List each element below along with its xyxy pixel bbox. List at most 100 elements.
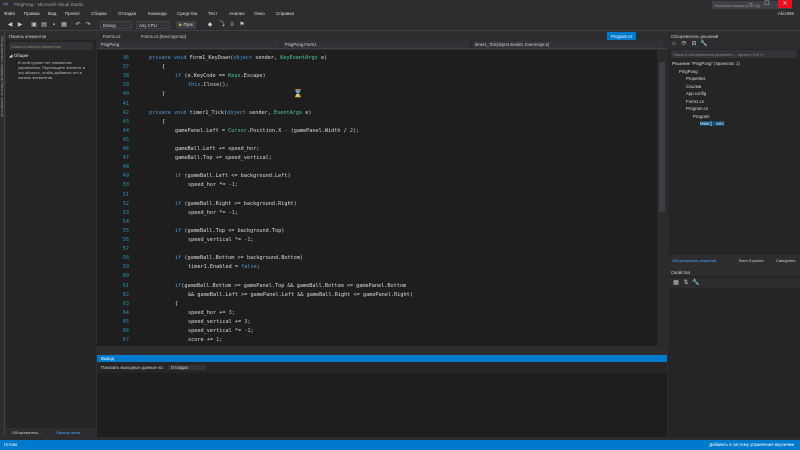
line-number: 64 [122, 309, 129, 316]
tab-form1-designer[interactable]: Form1.cs [Конструктор] [137, 32, 190, 40]
code-token: { [175, 300, 179, 307]
maximize-button[interactable]: ☐ [760, 0, 774, 8]
solution-tree-item[interactable]: PingPong [679, 69, 698, 74]
close-button[interactable]: ✕ [778, 0, 792, 8]
line-number: 67 [122, 337, 129, 344]
menu-file[interactable]: Файл [4, 11, 15, 16]
code-token: ; [256, 264, 260, 271]
platform-select[interactable]: Any CPU [136, 21, 170, 29]
code-token: (gameBall.Bottom >= gamePanel.Top && gam… [181, 282, 407, 289]
redo-icon[interactable]: ↷ [84, 21, 92, 29]
menu-team[interactable]: Команда [148, 11, 167, 16]
line-number: 44 [122, 127, 129, 134]
code-token: ; [231, 309, 235, 316]
code-token: .Escape) [240, 73, 266, 80]
code-token: .Close(); [200, 82, 229, 89]
solution-tree-item[interactable]: Program.cs [686, 106, 708, 111]
solution-tree-item[interactable]: Program [693, 114, 709, 119]
save-all-icon[interactable]: ▦ [60, 21, 68, 29]
project-dropdown[interactable]: PingPong [99, 41, 279, 48]
undo-icon[interactable]: ↶ [74, 21, 82, 29]
line-number: 41 [122, 100, 129, 107]
class-dropdown[interactable]: PingPong.Form1 [283, 41, 469, 48]
tab-solution-explorer[interactable]: Обозреватель решений [672, 258, 716, 263]
editor-vertical-scrollbar[interactable] [657, 50, 667, 346]
scrollbar-thumb[interactable] [659, 62, 665, 212]
toolbox-group-general[interactable]: ◢ Общие [9, 53, 29, 59]
attach-icon[interactable]: ◆ [206, 21, 214, 29]
step-icon[interactable]: ⤵ [218, 21, 226, 29]
code-token: if [175, 255, 185, 262]
code-line: private void Form1_KeyDown(object sender… [149, 55, 327, 61]
configuration-select[interactable]: Debug [100, 21, 132, 29]
properties-title: Свойства [668, 268, 800, 276]
line-number: 55 [122, 227, 129, 234]
line-number: 47 [122, 155, 129, 162]
code-line: score += 1; [188, 337, 222, 343]
solution-search-input[interactable]: Поиск в обозреватель решений — проект (C… [671, 50, 797, 58]
open-file-icon[interactable]: ▤ [40, 21, 48, 29]
menu-view[interactable]: Вид [48, 11, 56, 16]
user-account[interactable]: Aki1986 [778, 11, 794, 16]
menu-build[interactable]: Сборка [91, 11, 107, 16]
home-icon[interactable]: ⌂ [670, 40, 678, 48]
collapse-icon[interactable]: ⊟ [690, 40, 698, 48]
menu-analyze[interactable]: Анализ [229, 11, 245, 16]
line-number: 66 [122, 328, 129, 334]
menu-project[interactable]: Проект [65, 11, 80, 16]
save-icon[interactable]: ▪ [50, 21, 58, 29]
code-token: Keys [228, 73, 241, 80]
menu-edit[interactable]: Правка [24, 11, 40, 16]
output-source-row: Показать выходные данные из: Отладка [101, 365, 206, 370]
minimize-button[interactable]: – [744, 0, 758, 8]
categorized-icon[interactable]: ▦ [672, 279, 680, 287]
code-line: private void timer1_Tick(object sender, … [149, 110, 311, 116]
tab-form1-cs[interactable]: Form1.cs [99, 32, 124, 40]
output-panel: Вывод Показать выходные данные из: Отлад… [97, 355, 667, 437]
menu-window[interactable]: Окно [254, 11, 265, 16]
menu-debug[interactable]: Отладка [118, 11, 136, 16]
solution-tree-item[interactable]: Решение "PingPong" (проектов: 1) [672, 61, 740, 66]
code-line: gamePanel.Left = Cursor.Position.X - (ga… [175, 128, 359, 134]
forward-icon[interactable]: ▶ [16, 21, 24, 29]
alphabetical-icon[interactable]: ⇅ [682, 279, 690, 287]
toolbox-title: Панель элементов [6, 32, 96, 40]
output-text-area[interactable] [97, 373, 667, 437]
solution-tree-item[interactable]: Ссылки [686, 84, 701, 89]
solution-tree-item[interactable]: Main() : void [700, 121, 724, 126]
code-token: if [175, 173, 185, 180]
new-project-icon[interactable]: ▣ [30, 21, 38, 29]
solution-tree-item[interactable]: App.config [686, 91, 706, 96]
code-editor[interactable]: 36 37 38 39 40 41 42 43 44 45 46 47 48 49 50 51 52 53 54 55… [97, 50, 657, 346]
tab-object-browser[interactable]: Обозреватель... [12, 430, 42, 435]
code-token: ; [250, 328, 254, 334]
line-number: 48 [122, 164, 129, 171]
output-source-select[interactable]: Отладка [167, 365, 206, 370]
server-explorer-tab[interactable]: Обозреватель серверов Панель элементов [0, 36, 5, 117]
bookmark-icon[interactable]: ⚑ [238, 21, 246, 29]
tab-categories[interactable]: Categories [776, 258, 795, 263]
solution-tree-item[interactable]: Properties [686, 76, 706, 81]
toolbar: ◀ ▶ ▣ ▤ ▪ ▦ ↶ ↷ Debug Any CPU ▶ Пуск ◆ ⤵… [0, 19, 800, 31]
comment-icon[interactable]: ≡ [228, 21, 236, 29]
code-line: && gameBall.Left >= gamePanel.Left && ga… [188, 292, 413, 298]
member-dropdown[interactable]: timer1_Tick(object sender, EventArgs e) [473, 41, 663, 48]
code-line: { [162, 64, 165, 70]
menu-test[interactable]: Тест [208, 11, 218, 16]
property-pages-icon[interactable]: 🔧 [692, 279, 700, 287]
tab-team-explorer[interactable]: Team Explorer [738, 258, 764, 263]
start-button[interactable]: ▶ Пуск [176, 21, 196, 29]
sync-icon[interactable]: ⟳ [680, 40, 688, 48]
menu-help[interactable]: Справка [276, 11, 294, 16]
tab-program-cs[interactable]: Program.cs [607, 32, 637, 40]
back-icon[interactable]: ◀ [6, 21, 14, 29]
tab-toolbox[interactable]: Панель элем... [56, 430, 84, 435]
toolbox-search-input[interactable]: Поиск в панели элементов [9, 42, 93, 50]
menu-tools[interactable]: Средства [177, 11, 197, 16]
add-to-source-control[interactable]: Добавить в систему управления версиями [709, 442, 794, 447]
properties-toolbar: ▦ ⇅ 🔧 [668, 278, 800, 288]
solution-tree-item[interactable]: Form1.cs [686, 99, 704, 104]
line-number: 42 [122, 109, 129, 116]
code-line: speed_vertical += 3; [188, 319, 250, 325]
properties-icon[interactable]: 🔧 [700, 40, 708, 48]
